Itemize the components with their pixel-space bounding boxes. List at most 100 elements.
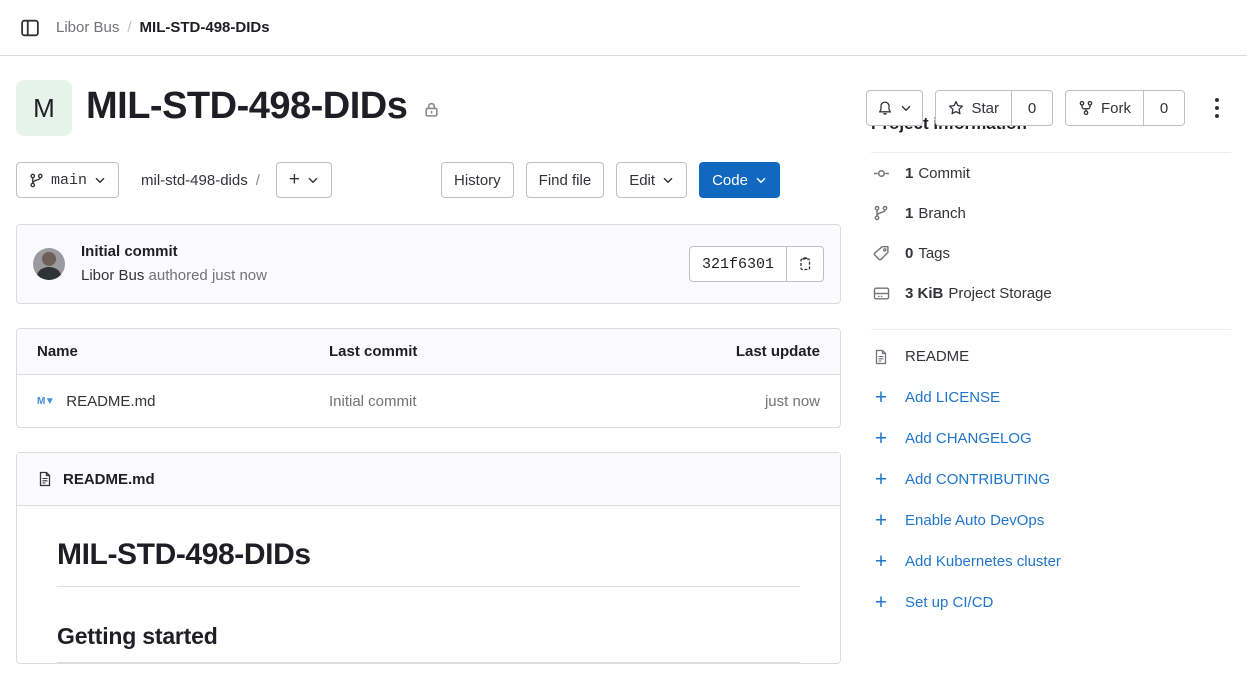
fork-button-group: Fork 0 [1065,90,1185,126]
star-button-label: Star [971,99,999,117]
last-commit-panel: Initial commit Libor Bus authored just n… [16,224,841,304]
branch-icon [871,205,891,221]
fork-icon [1078,100,1094,116]
file-last-commit-cell[interactable]: Initial commit [329,393,640,410]
clipboard-copy-icon [800,257,811,271]
project-title-wrap: MIL-STD-498-DIDs [86,80,440,128]
commit-author-name[interactable]: Libor Bus [81,267,144,284]
column-header-last-commit: Last commit [329,343,418,360]
repository-path-breadcrumb: mil-std-498-dids / [141,172,268,189]
commit-metadata: Libor Bus authored just now [81,265,689,288]
commit-sha[interactable]: 321f6301 [688,246,786,282]
edit-button[interactable]: Edit [616,162,688,198]
readme-panel-title: README.md [63,470,155,488]
repo-path-root[interactable]: mil-std-498-dids [141,172,248,189]
sidebar-item-readme[interactable]: README [871,336,1231,377]
sidebar-item-enable-auto-devops[interactable]: + Enable Auto DevOps [871,500,1231,541]
lock-icon [423,101,440,118]
top-navigation-bar: Libor Bus / MIL-STD-498-DIDs [0,0,1247,56]
fork-count[interactable]: 0 [1143,90,1185,126]
readme-heading-1: MIL-STD-498-DIDs [57,538,800,587]
fork-button-label: Fork [1101,99,1131,117]
table-row[interactable]: M▼ README.md Initial commit just now [17,375,840,427]
more-actions-button[interactable] [1203,91,1231,125]
copy-sha-button[interactable] [786,246,824,282]
branch-selector-button[interactable]: main [16,162,120,198]
star-count[interactable]: 0 [1011,90,1053,126]
file-table-header: Name Last commit Last update [17,329,840,375]
tag-count-value: 0 [905,244,914,262]
sidebar-divider-2 [871,329,1231,330]
repository-toolbar: main mil-std-498-dids / + History Find f… [16,162,841,198]
column-header-name: Name [37,343,78,360]
file-last-update-cell: just now [764,392,820,410]
code-button-label: Code [712,171,748,189]
sidebar-enable-auto-devops-label: Enable Auto DevOps [905,512,1045,529]
project-header-actions: Star 0 Fork 0 [866,90,1231,126]
ellipsis-vertical-icon [1215,98,1219,102]
commit-count-label: Commit [918,164,971,182]
fork-button[interactable]: Fork [1065,90,1143,126]
code-button[interactable]: Code [699,162,780,198]
sidebar-item-add-changelog[interactable]: + Add CHANGELOG [871,418,1231,459]
branch-count-value: 1 [905,204,914,222]
storage-icon [871,285,891,302]
sidebar-item-add-contributing[interactable]: + Add CONTRIBUTING [871,459,1231,500]
page-title: MIL-STD-498-DIDs [86,85,408,127]
chevron-down-icon [94,174,106,186]
commit-sha-group: 321f6301 [688,246,824,282]
add-to-repository-button[interactable]: + [275,162,332,198]
project-avatar: M [16,80,72,136]
markdown-file-icon: M▼ [37,395,55,407]
chevron-down-icon [307,174,319,186]
readme-panel-header: README.md [17,453,840,506]
storage-size-value: 3 KiB [905,284,944,302]
column-header-last-update: Last update [735,343,820,360]
find-file-button[interactable]: Find file [525,162,605,198]
sidebar-add-changelog-label: Add CHANGELOG [905,430,1032,447]
breadcrumb-current[interactable]: MIL-STD-498-DIDs [140,19,270,36]
sidebar-toggle-button[interactable] [16,14,44,42]
readme-heading-2: Getting started [57,623,800,663]
project-sidebar: Project information 1 Commit 1 [857,56,1247,664]
readme-panel: README.md MIL-STD-498-DIDs Getting start… [16,452,841,664]
tag-count-label: Tags [918,244,951,262]
breadcrumb-owner[interactable]: Libor Bus [56,19,119,36]
file-name-cell: M▼ README.md [37,393,329,410]
star-button[interactable]: Star [935,90,1011,126]
plus-icon: + [874,386,888,409]
commit-count-value: 1 [905,164,914,182]
sidebar-readme-label: README [905,348,970,365]
commit-details: Initial commit Libor Bus authored just n… [81,241,689,287]
plus-icon: + [874,427,888,450]
sidebar-add-contributing-label: Add CONTRIBUTING [905,471,1051,488]
sidebar-item-add-kubernetes-cluster[interactable]: + Add Kubernetes cluster [871,541,1231,582]
notifications-button[interactable] [866,90,924,126]
plus-icon: + [874,591,888,614]
commit-icon [871,165,891,182]
commit-time: just now [211,266,267,284]
sidebar-item-tags[interactable]: 0 Tags [871,233,1231,273]
repo-path-separator: / [255,171,260,189]
sidebar-item-commits[interactable]: 1 Commit [871,153,1231,193]
plus-icon: + [874,468,888,491]
breadcrumb: Libor Bus / MIL-STD-498-DIDs [56,19,270,36]
readme-content: MIL-STD-498-DIDs Getting started [17,506,840,663]
repository-actions: History Find file Edit Code [441,162,780,198]
tag-icon [871,245,891,262]
breadcrumb-separator: / [127,19,132,36]
sidebar-toggle-icon [21,19,39,36]
commit-message[interactable]: Initial commit [81,241,689,263]
edit-button-label: Edit [629,171,656,189]
chevron-down-icon [662,174,674,186]
sidebar-item-branches[interactable]: 1 Branch [871,193,1231,233]
project-header: M MIL-STD-498-DIDs [16,56,841,136]
page-container: M MIL-STD-498-DIDs main mil-std-498-dids… [0,56,1247,664]
history-button[interactable]: History [441,162,514,198]
file-name-link[interactable]: README.md [66,393,155,410]
sidebar-item-set-up-cicd[interactable]: + Set up CI/CD [871,582,1231,623]
chevron-down-icon [900,102,912,114]
sidebar-item-add-license[interactable]: + Add LICENSE [871,377,1231,418]
repository-file-table: Name Last commit Last update M▼ README.m… [16,328,841,428]
bell-icon [877,100,893,117]
